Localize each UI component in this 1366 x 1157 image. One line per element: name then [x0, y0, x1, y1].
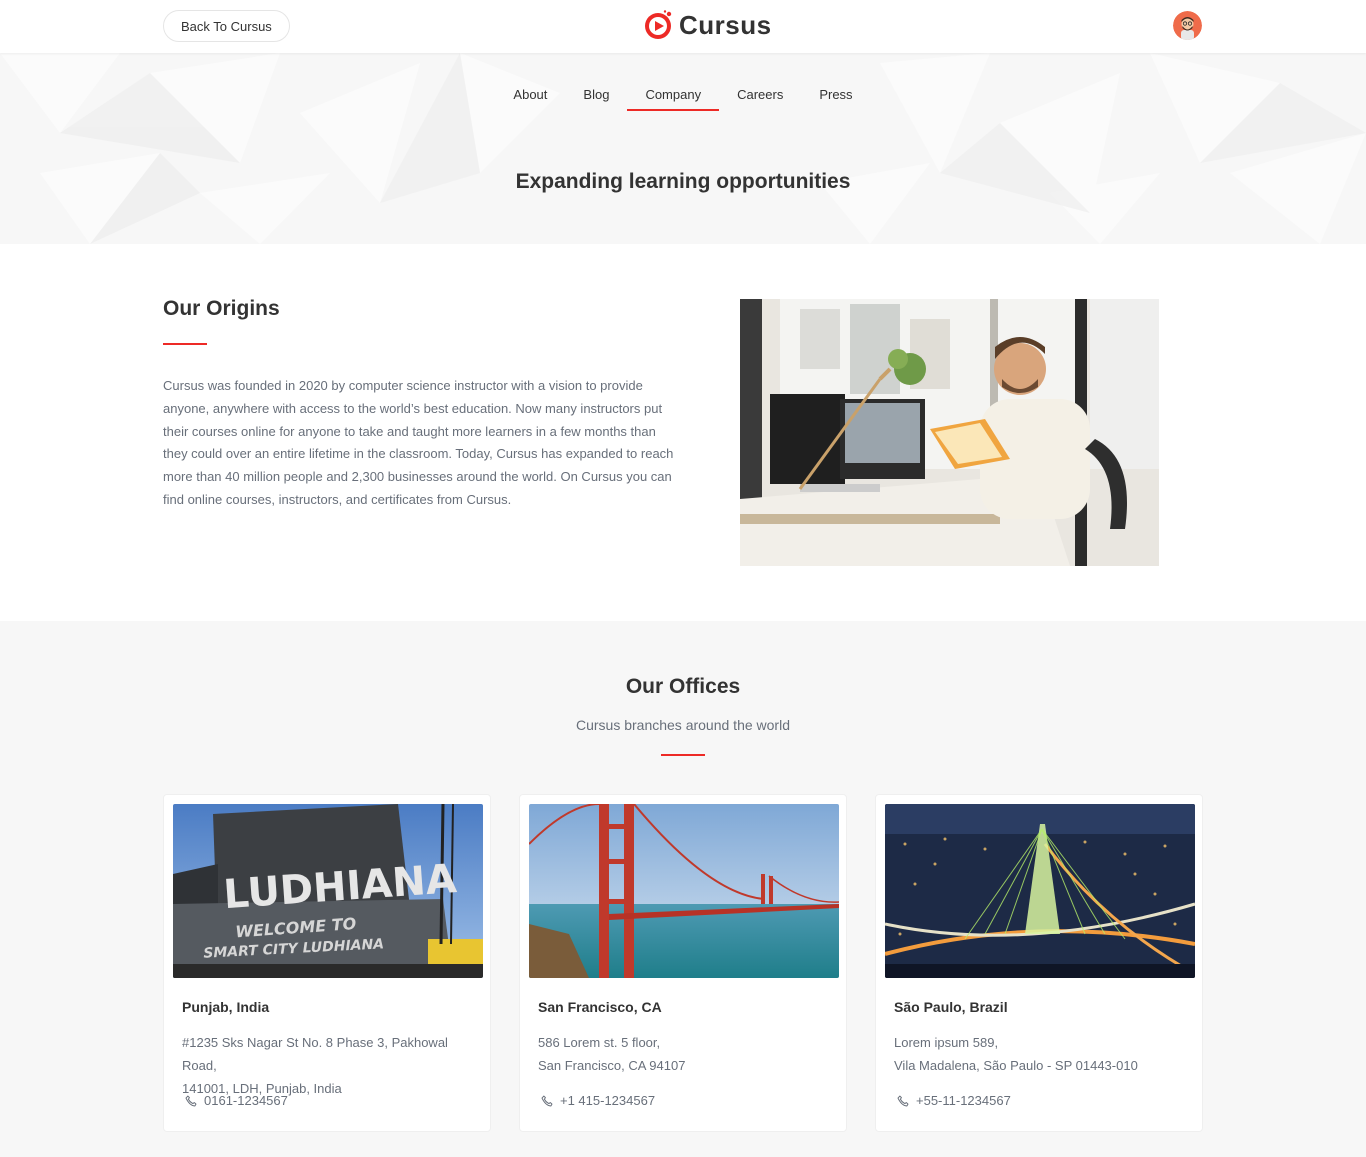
phone-icon — [541, 1095, 553, 1107]
origins-text: Cursus was founded in 2020 by computer s… — [163, 378, 674, 507]
page-title: Expanding learning opportunities — [515, 170, 851, 193]
cursus-logo[interactable]: Cursus — [642, 7, 772, 43]
phone-icon — [185, 1095, 197, 1107]
offices-section: Our Offices Cursus branches around the w… — [0, 621, 1366, 1157]
office-address: #1235 Sks Nagar St No. 8 Phase 3, Pakhow… — [182, 1032, 482, 1100]
office-phone[interactable]: 0161-1234567 — [182, 1093, 288, 1108]
office-phone-number: 0161-1234567 — [204, 1093, 288, 1108]
logo-text: Cursus — [679, 9, 772, 40]
hero-section: About Blog Company Careers Press Expandi… — [0, 53, 1366, 244]
tab-about[interactable]: About — [495, 81, 565, 111]
office-phone-number: +55-11-1234567 — [916, 1093, 1011, 1108]
office-phone[interactable]: +55-11-1234567 — [894, 1093, 1011, 1108]
office-address-line1: Lorem ipsum 589, — [894, 1035, 999, 1050]
origins-title: Our Origins — [163, 297, 280, 320]
offices-title: Our Offices — [625, 675, 741, 698]
origins-photo — [740, 299, 1159, 566]
office-photo-ludhiana: LUDHIANA WELCOME TO SMART CITY LUDHIANA — [173, 804, 483, 978]
company-tabs: About Blog Company Careers Press — [0, 81, 1366, 111]
origins-divider — [163, 343, 207, 345]
phone-icon — [897, 1095, 909, 1107]
office-address: 586 Lorem st. 5 floor, San Francisco, CA… — [538, 1032, 838, 1078]
office-phone[interactable]: +1 415-1234567 — [538, 1093, 655, 1108]
top-header: Back To Cursus Cursus — [0, 0, 1366, 53]
office-card-sao-paulo: São Paulo, Brazil Lorem ipsum 589, Vila … — [875, 794, 1203, 1132]
office-city: San Francisco, CA — [538, 999, 662, 1015]
office-address-line1: #1235 Sks Nagar St No. 8 Phase 3, Pakhow… — [182, 1035, 448, 1073]
office-photo-sao-paulo — [885, 804, 1195, 978]
tab-blog[interactable]: Blog — [565, 81, 627, 111]
offices-divider — [661, 754, 705, 756]
office-city: Punjab, India — [182, 999, 270, 1015]
office-address-line2: San Francisco, CA 94107 — [538, 1057, 686, 1073]
office-address-line2: Vila Madalena, São Paulo - SP 01443-010 — [894, 1057, 1138, 1073]
office-card-punjab: LUDHIANA WELCOME TO SMART CITY LUDHIANA … — [163, 794, 491, 1132]
tab-press[interactable]: Press — [801, 81, 870, 111]
offices-subtitle: Cursus branches around the world — [575, 717, 790, 733]
office-phone-number: +1 415-1234567 — [560, 1093, 656, 1108]
back-to-cursus-button[interactable]: Back To Cursus — [163, 10, 290, 42]
user-avatar-icon — [1173, 11, 1202, 40]
office-address-line1: 586 Lorem st. 5 floor, — [538, 1035, 661, 1050]
cursus-logo-icon — [645, 10, 672, 39]
office-photo-golden-gate — [529, 804, 839, 978]
office-card-san-francisco: San Francisco, CA 586 Lorem st. 5 floor,… — [519, 794, 847, 1132]
avatar[interactable] — [1173, 11, 1202, 40]
tab-careers[interactable]: Careers — [719, 81, 801, 111]
tab-company[interactable]: Company — [627, 81, 719, 111]
office-address: Lorem ipsum 589, Vila Madalena, São Paul… — [894, 1032, 1194, 1078]
office-city: São Paulo, Brazil — [894, 999, 1008, 1015]
